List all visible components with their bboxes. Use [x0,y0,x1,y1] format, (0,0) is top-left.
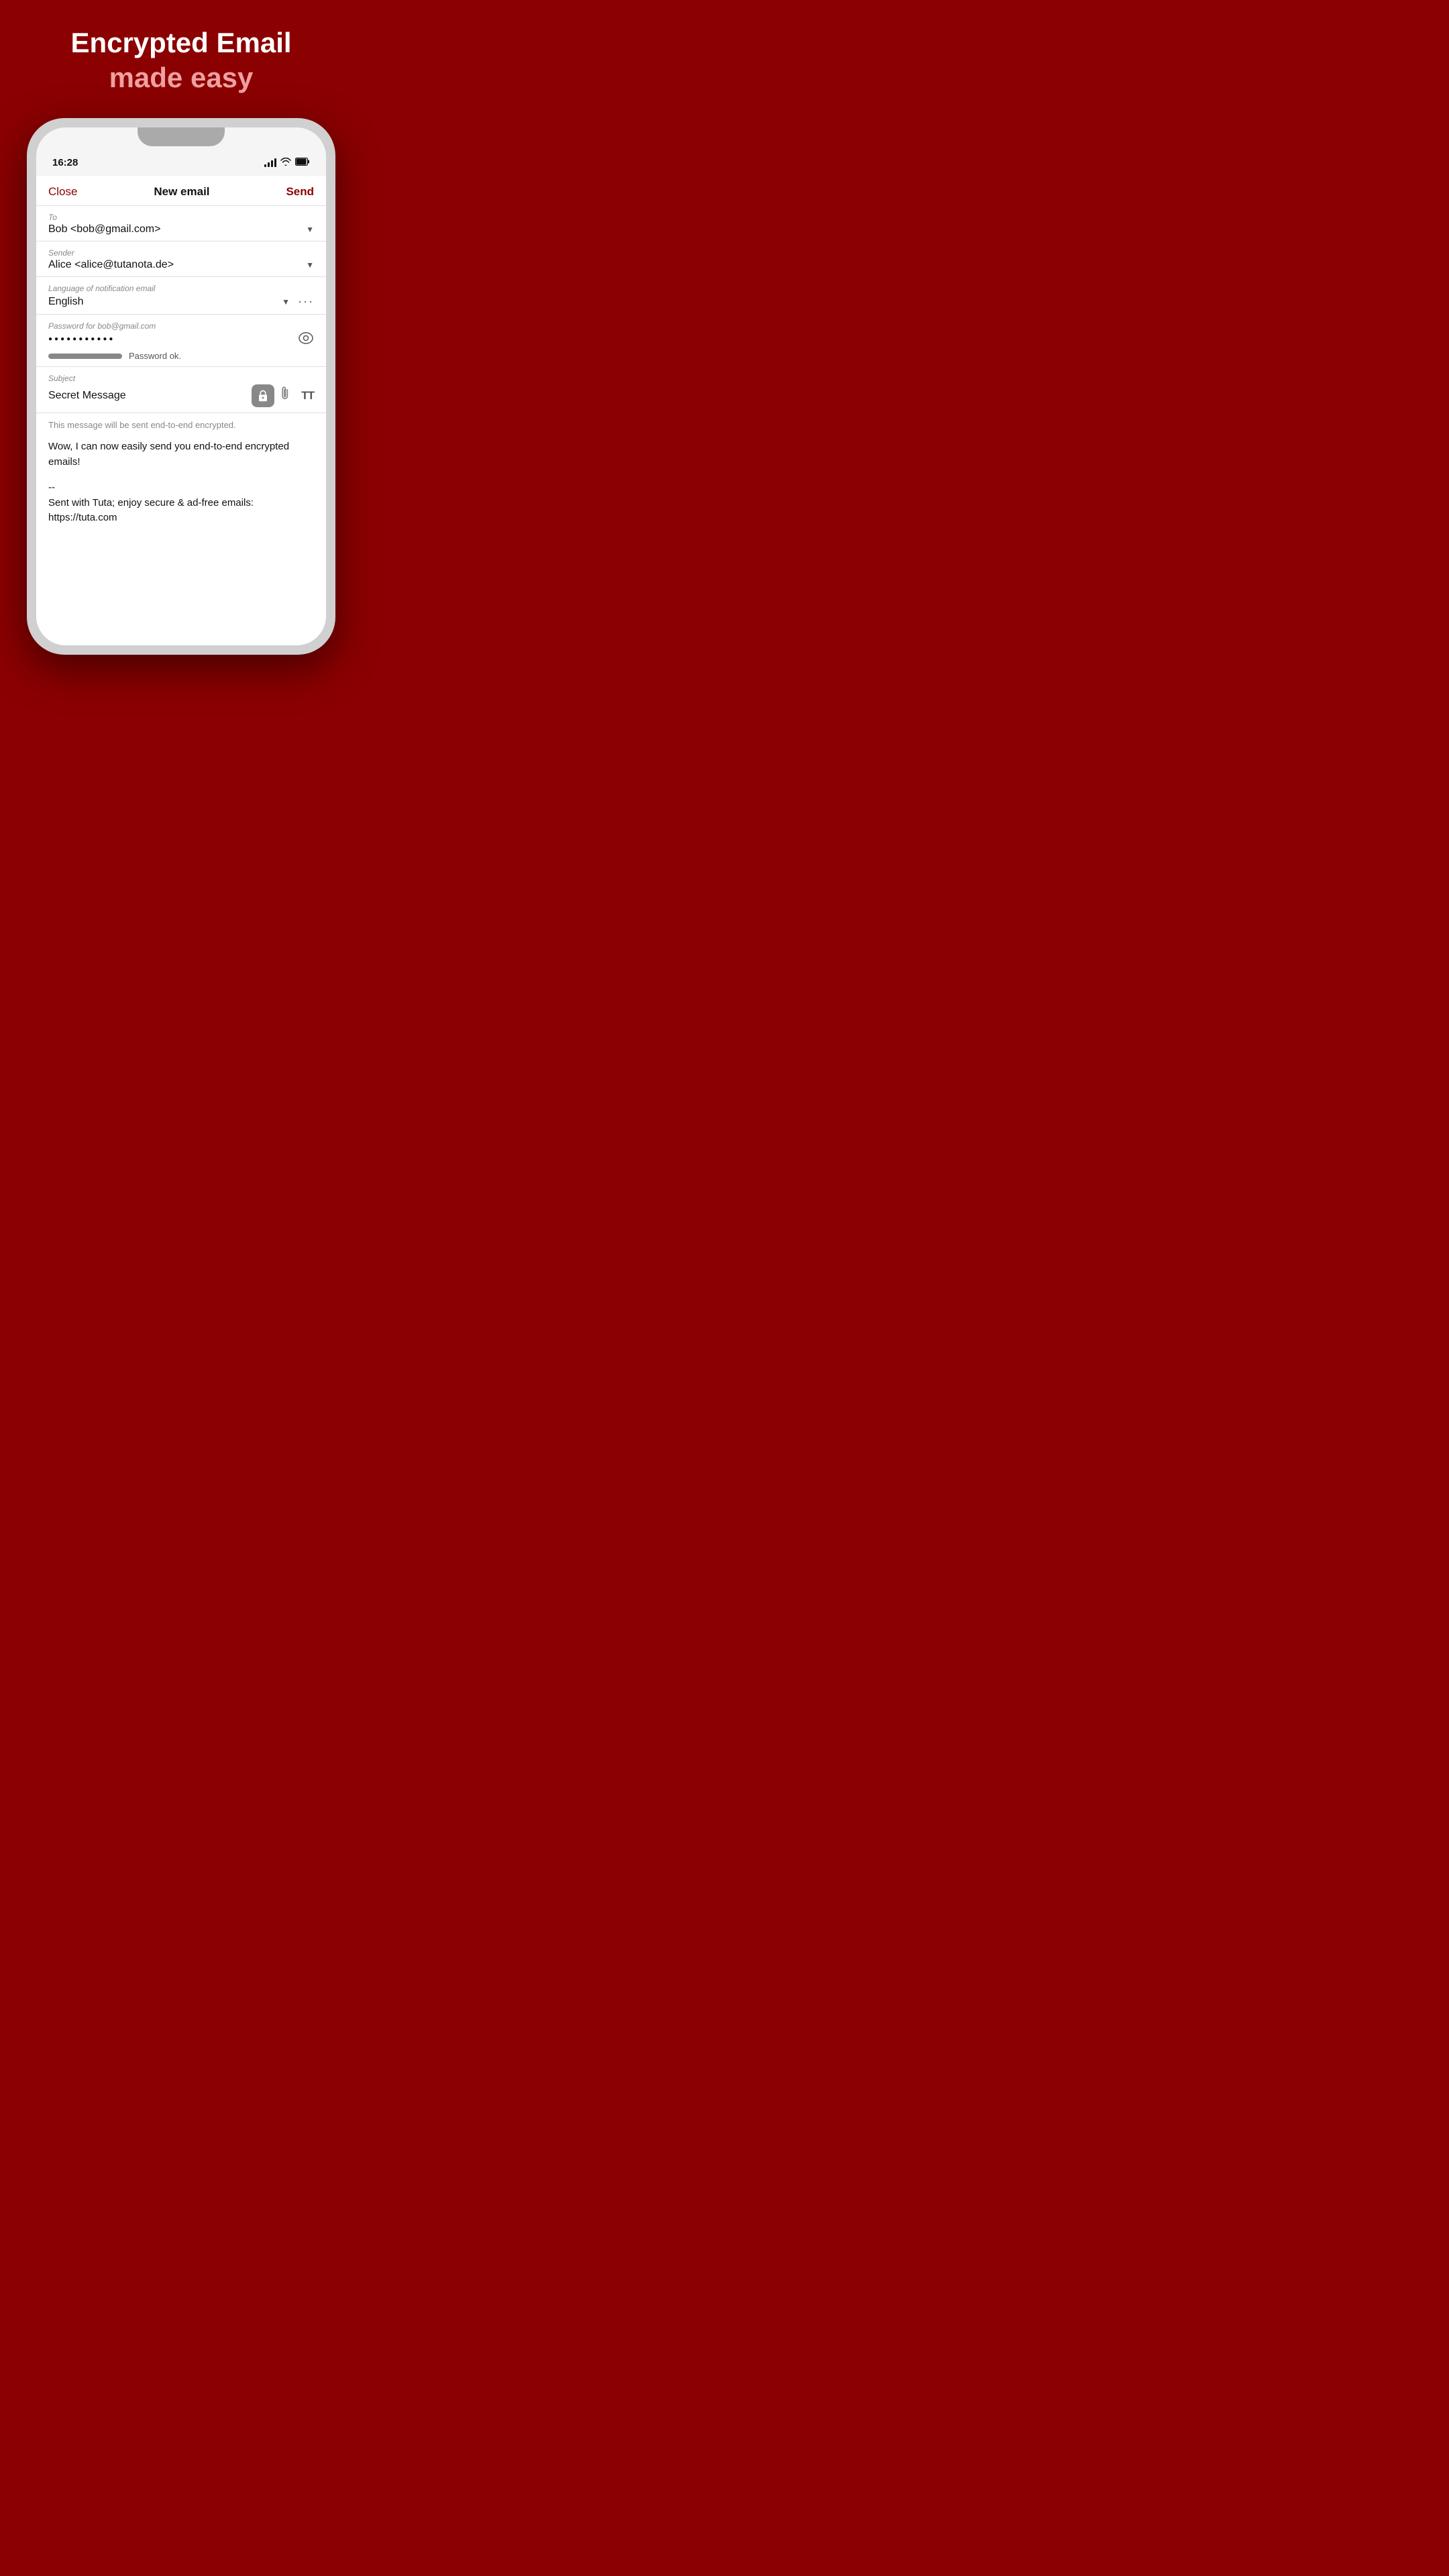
phone-screen: 16:28 [36,127,326,645]
notch-area [36,127,326,146]
subject-toolbar-icons: TT [252,384,314,407]
email-message[interactable]: Wow, I can now easily send you end-to-en… [48,439,314,470]
language-field-actions: ▼ ··· [282,294,314,309]
signature-line2: Sent with Tuta; enjoy secure & ad-free e… [48,496,314,511]
to-value-row: Bob <bob@gmail.com> ▼ [48,223,314,235]
subject-field: Subject Secret Message [36,367,326,413]
signal-bars-icon [264,158,276,167]
sender-value-row: Alice <alice@tutanota.de> ▼ [48,259,314,271]
hero-title: Encrypted Email [70,27,291,59]
status-bar: 16:28 [36,146,326,176]
language-dropdown-icon[interactable]: ▼ [282,297,290,307]
hero-subtitle: made easy [109,62,254,94]
password-ok-text: Password ok. [129,351,181,361]
status-time: 16:28 [52,157,78,168]
sender-field: Sender Alice <alice@tutanota.de> ▼ [36,241,326,277]
to-label: To [48,213,314,222]
sender-value[interactable]: Alice <alice@tutanota.de> [48,259,174,271]
email-topbar: Close New email Send [36,176,326,206]
to-value[interactable]: Bob <bob@gmail.com> [48,223,160,235]
password-label: Password for bob@gmail.com [48,321,314,331]
text-format-icon[interactable]: TT [301,389,314,402]
email-body: This message will be sent end-to-end enc… [36,413,326,533]
status-icons [264,157,310,168]
to-dropdown-icon[interactable]: ▼ [306,225,314,234]
sender-label: Sender [48,248,314,258]
email-signature: -- Sent with Tuta; enjoy secure & ad-fre… [48,480,314,526]
subject-label: Subject [48,374,314,383]
language-value[interactable]: English [48,296,83,308]
encrypt-notice: This message will be sent end-to-end enc… [48,420,314,430]
signal-bar-3 [271,160,273,167]
password-strength-row: Password ok. [48,351,314,361]
password-eye-icon[interactable] [298,332,314,348]
attach-file-icon[interactable] [276,384,300,408]
signature-line1: -- [48,480,314,496]
battery-icon [295,158,310,168]
signal-bar-4 [274,158,276,167]
wifi-icon [280,157,291,168]
signal-bar-2 [268,162,270,167]
notch [138,127,225,146]
password-strength-bar [48,354,122,359]
password-field: Password for bob@gmail.com ●●●●●●●●●●● P… [36,315,326,367]
close-button[interactable]: Close [48,185,77,199]
signature-line3: https://tuta.com [48,511,314,526]
email-screen: Close New email Send To Bob <bob@gmail.c… [36,176,326,645]
phone-mockup: 16:28 [27,118,335,655]
language-value-row: English ▼ ··· [48,294,314,309]
encrypt-toggle-button[interactable] [252,384,274,407]
email-topbar-title: New email [154,185,209,199]
subject-value[interactable]: Secret Message [48,390,252,402]
to-field: To Bob <bob@gmail.com> ▼ [36,206,326,241]
signal-bar-1 [264,164,266,167]
language-label: Language of notification email [48,284,314,293]
password-dots[interactable]: ●●●●●●●●●●● [48,335,115,343]
send-button[interactable]: Send [286,185,314,199]
subject-value-row: Secret Message [48,384,314,407]
language-more-options-icon[interactable]: ··· [298,294,314,309]
language-field: Language of notification email English ▼… [36,277,326,315]
sender-dropdown-icon[interactable]: ▼ [306,260,314,270]
password-value-row: ●●●●●●●●●●● [48,332,314,348]
